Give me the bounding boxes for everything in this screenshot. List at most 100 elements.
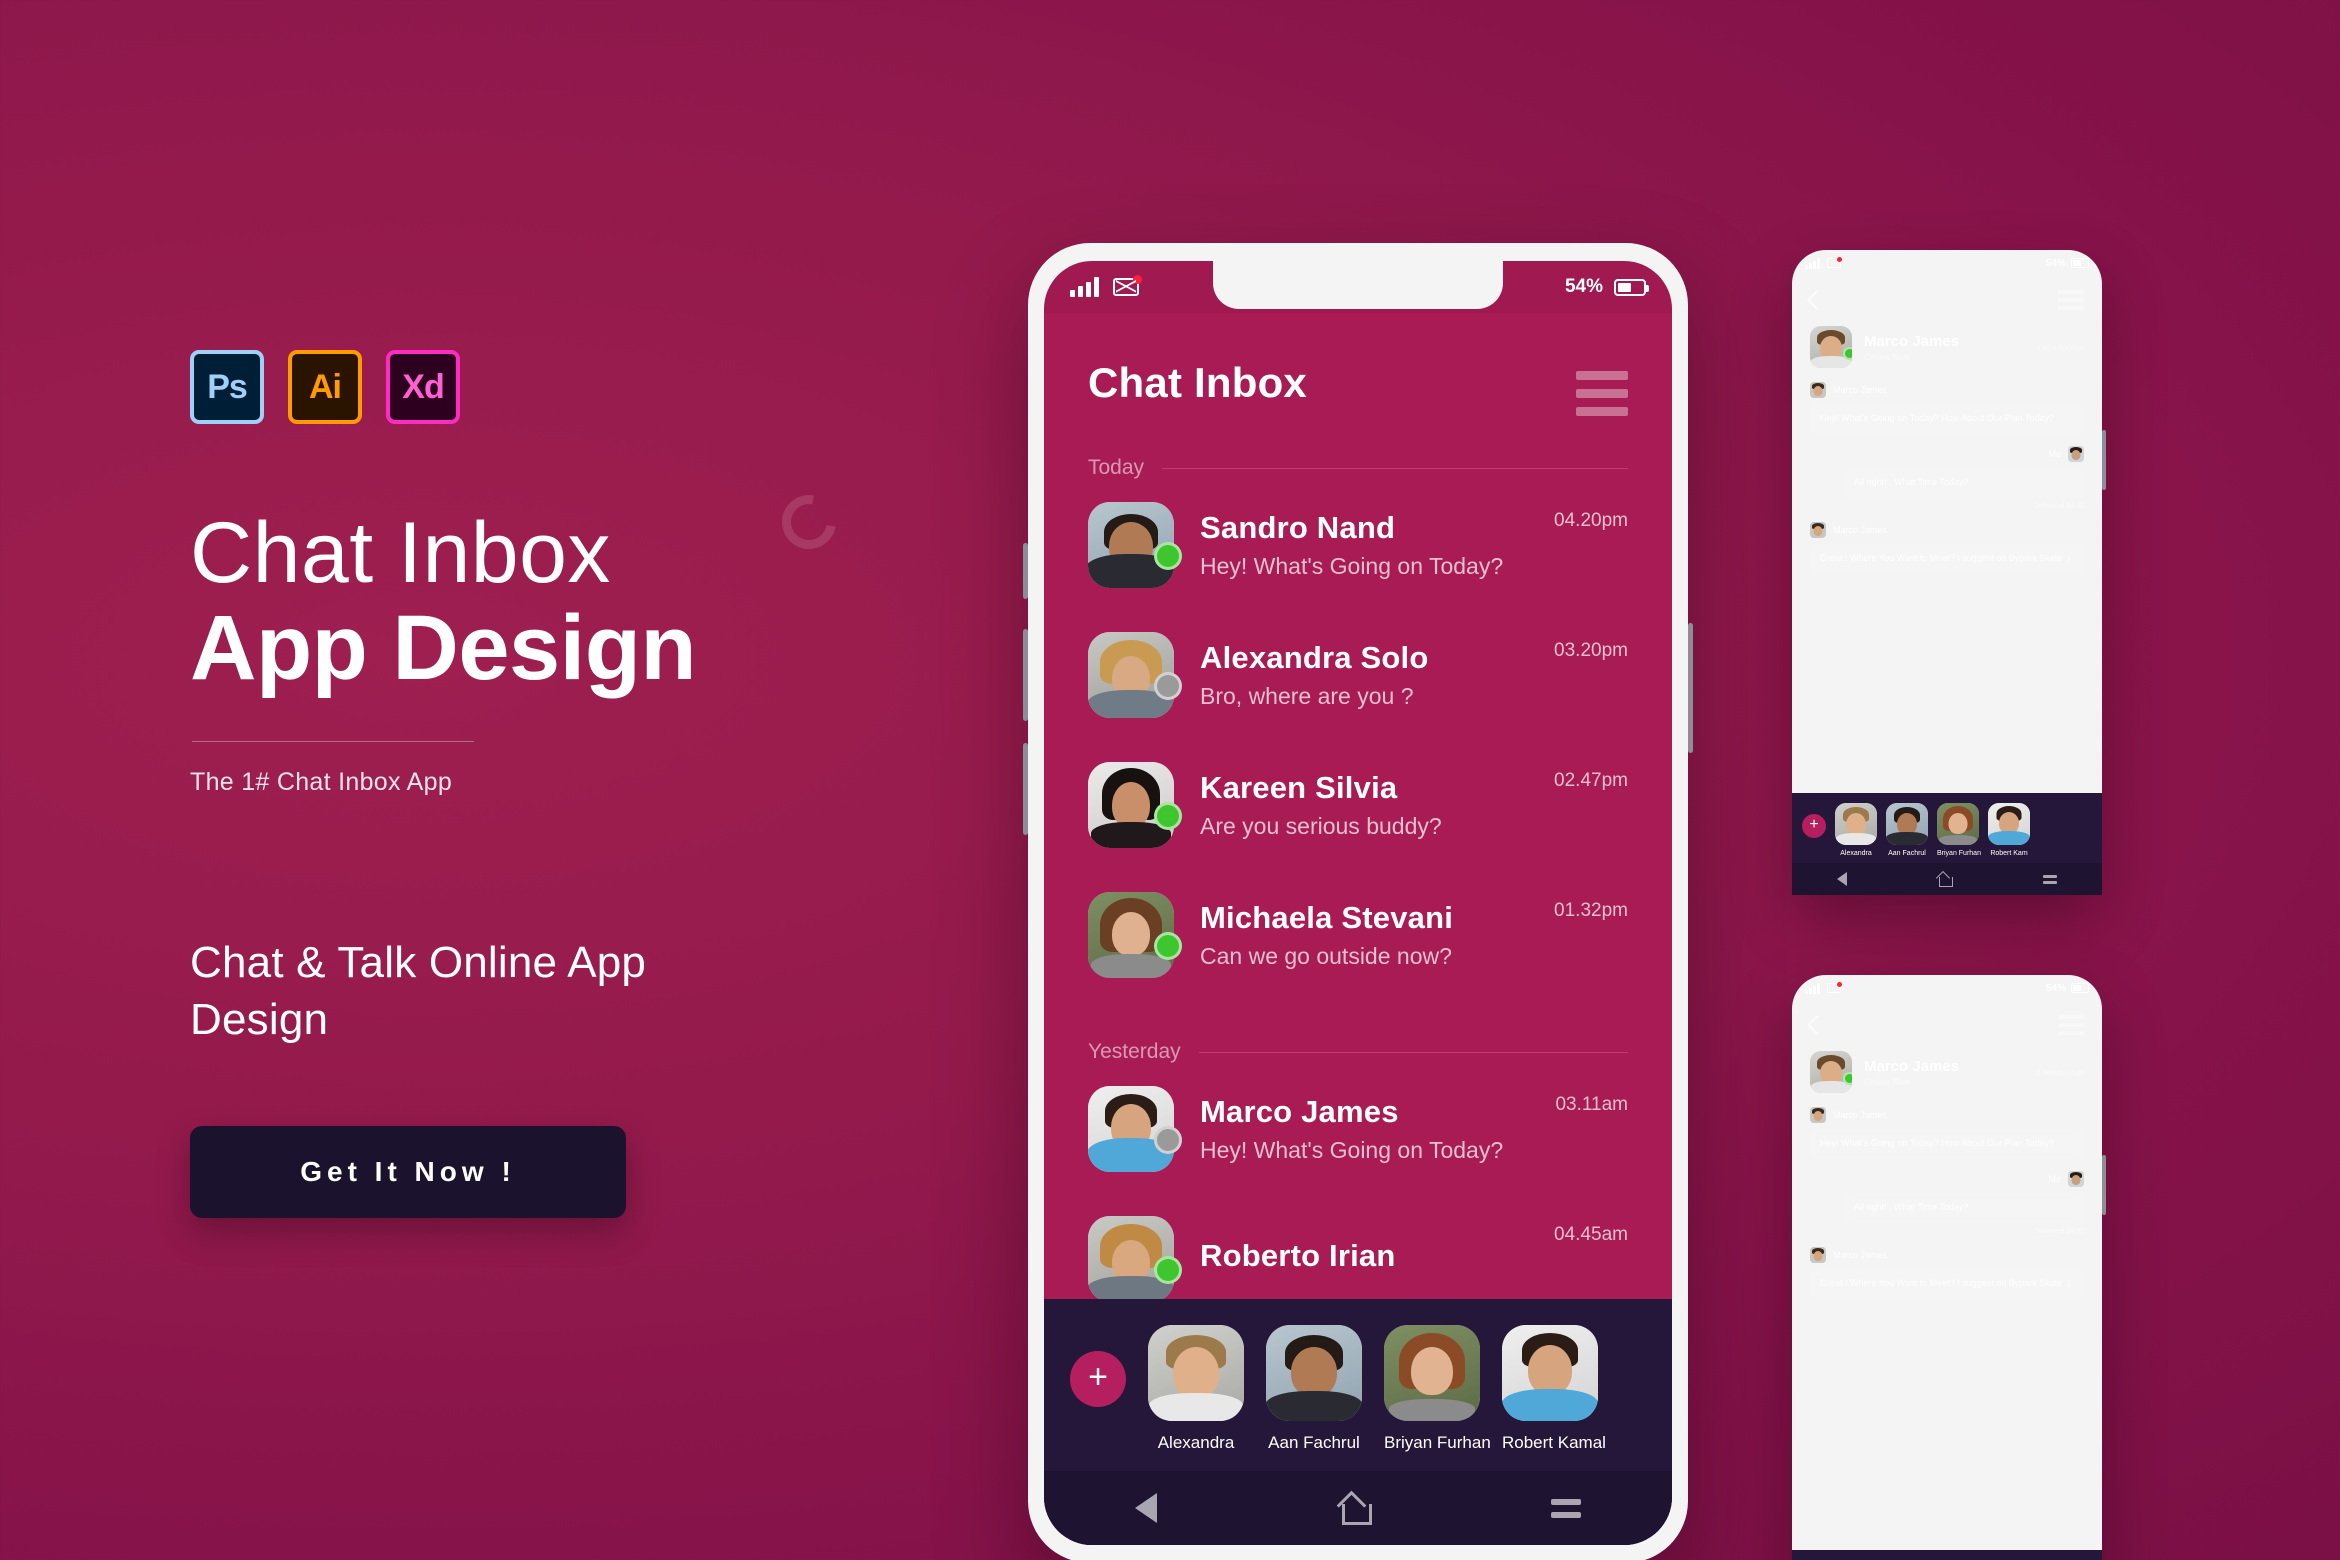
- chat-peer-header: Marco James Online Now 2 Minutes Ago: [1792, 1035, 2102, 1093]
- phone-screen-inbox: 54% Chat Inbox Today Sandro Nand Hey! Wh…: [1044, 261, 1672, 1545]
- table-row[interactable]: Alexandra Solo Bro, where are you ? 03.2…: [1088, 610, 1628, 740]
- list-item[interactable]: Robert Kam: [1988, 803, 2030, 857]
- battery-icon: [1614, 278, 1649, 296]
- hero-section: Ps Ai Xd Chat Inbox App Design The 1# Ch…: [190, 350, 910, 1218]
- phone-silent-switch[interactable]: [1023, 743, 1028, 835]
- back-chevron-icon[interactable]: [1807, 290, 1827, 310]
- avatar: [2068, 445, 2084, 462]
- avatar: [1988, 803, 2030, 845]
- get-it-now-button[interactable]: Get It Now !: [190, 1125, 626, 1218]
- phone-screen-chat: 54% Marco James Online Now 2 Minutes Ago: [1792, 975, 2102, 1560]
- phone-volume-down-button[interactable]: [1023, 629, 1028, 721]
- nav-back-icon[interactable]: [1135, 1493, 1157, 1523]
- notification-dot-icon: [1133, 275, 1142, 284]
- avatar: [1810, 521, 1826, 538]
- contacts-dock: + Alexandra: [1792, 1550, 2102, 1560]
- contact-name: Briyan Furhan: [1384, 1433, 1491, 1452]
- table-row[interactable]: Marco James Hey! What's Going on Today? …: [1088, 1064, 1628, 1194]
- chat-time: 04.20pm: [1554, 510, 1628, 531]
- battery-percent-label: 54%: [1564, 276, 1603, 297]
- table-row[interactable]: Sandro Nand Hey! What's Going on Today? …: [1088, 480, 1628, 610]
- nav-home-icon[interactable]: [1937, 872, 1953, 887]
- hamburger-menu-icon[interactable]: [1576, 359, 1628, 416]
- phone-power-button[interactable]: [2102, 1155, 2106, 1215]
- app-title: Chat Inbox: [1088, 359, 1307, 406]
- phone-mockup-main: 54% Chat Inbox Today Sandro Nand Hey! Wh…: [1023, 243, 1693, 1560]
- peer-last-seen: 2 Minutes Ago: [2036, 1067, 2084, 1077]
- avatar: [1384, 1325, 1480, 1421]
- phone-power-button[interactable]: [2102, 430, 2106, 490]
- phone-notch: [1213, 261, 1503, 309]
- chat-peer-header: Marco James Online Now 2 Minutes Ago: [1792, 310, 2102, 368]
- chat-preview: Bro, where are you ?: [1200, 683, 1414, 709]
- chat-name: Marco James: [1200, 1094, 1399, 1129]
- photoshop-badge-label: Ps: [207, 367, 248, 406]
- nav-home-icon[interactable]: [1339, 1494, 1372, 1525]
- message-receipt: Delivered 04.02: [2034, 1227, 2084, 1235]
- hamburger-menu-icon[interactable]: [2058, 1015, 2084, 1035]
- message-sender: Marco James: [1810, 382, 2084, 398]
- hamburger-menu-icon[interactable]: [2058, 290, 2084, 310]
- peer-name: Marco James: [1864, 332, 1960, 350]
- avatar: [1810, 1051, 1852, 1093]
- contact-name: Aan Fachrul: [1888, 850, 1926, 857]
- envelope-icon: [1113, 275, 1142, 296]
- battery-icon: [2071, 983, 2089, 993]
- section-header-yesterday: Yesterday: [1044, 1000, 1672, 1064]
- list-item[interactable]: Alexandra: [1835, 803, 1877, 857]
- message-sender-me: Me: [1810, 445, 2084, 462]
- list-item[interactable]: Alexandra: [1148, 1325, 1244, 1453]
- phone-power-button[interactable]: [1688, 623, 1693, 753]
- back-chevron-icon[interactable]: [1807, 1015, 1827, 1035]
- list-item[interactable]: Aan Fachrul: [1266, 1325, 1362, 1453]
- table-row[interactable]: Kareen Silvia Are you serious buddy? 02.…: [1088, 740, 1628, 870]
- software-badges: Ps Ai Xd: [190, 350, 910, 424]
- chat-name: Michaela Stevani: [1200, 900, 1454, 935]
- xd-badge-label: Xd: [402, 367, 444, 406]
- hero-tagline: Chat & Talk Online App Design: [190, 938, 647, 1044]
- illustrator-badge-label: Ai: [309, 367, 342, 406]
- phone-mockup-chat-top: 54% Marco James Online Now 2 Minutes Ago: [1792, 250, 2106, 895]
- phone-screen-chat: 54% Marco James Online Now 2 Minutes Ago: [1792, 250, 2102, 895]
- list-item[interactable]: Briyan Furhan: [1937, 803, 1981, 857]
- battery-icon: [2071, 258, 2089, 268]
- divider: [192, 741, 474, 743]
- status-dot-offline: [1154, 672, 1182, 700]
- chat-preview: Can we go outside now?: [1200, 943, 1452, 969]
- message-sender: Marco James: [1810, 521, 2084, 538]
- notification-dot-icon: [1836, 982, 1842, 987]
- chat-preview: Hey! What's Going on Today?: [1200, 1137, 1504, 1163]
- chat-time: 03.11am: [1555, 1094, 1628, 1115]
- phone-volume-up-button[interactable]: [1023, 543, 1028, 599]
- nav-back-icon[interactable]: [1837, 872, 1848, 886]
- status-dot-offline: [1154, 1126, 1182, 1154]
- sender-name: Marco James: [1833, 524, 1888, 535]
- contacts-dock: + Alexandra: [1044, 1299, 1672, 1545]
- illustrator-badge: Ai: [288, 350, 362, 424]
- status-dot-online: [1154, 802, 1182, 830]
- message-receipt: Delivered 04.02: [2034, 502, 2084, 510]
- nav-recents-icon[interactable]: [1551, 1498, 1581, 1518]
- status-dot-online: [1154, 1256, 1182, 1284]
- peer-presence: Online Now: [1864, 351, 1911, 362]
- avatar: [1810, 1246, 1826, 1263]
- nav-recents-icon[interactable]: [2042, 874, 2057, 884]
- chat-list-yesterday: Marco James Hey! What's Going on Today? …: [1044, 1064, 1672, 1324]
- list-item[interactable]: Robert Kamal: [1502, 1325, 1606, 1453]
- chat-name: Roberto Irian: [1200, 1237, 1396, 1273]
- envelope-icon: [1826, 982, 1842, 993]
- peer-presence: Online Now: [1864, 1076, 1911, 1087]
- status-dot-online: [1154, 542, 1182, 570]
- add-contact-icon[interactable]: +: [1802, 814, 1826, 838]
- table-row[interactable]: Michaela Stevani Can we go outside now? …: [1088, 870, 1628, 1000]
- section-rule: [1198, 1051, 1628, 1053]
- status-dot-online: [1843, 1072, 1852, 1085]
- add-contact-icon[interactable]: +: [1070, 1351, 1126, 1407]
- list-item[interactable]: Briyan Furhan: [1384, 1325, 1491, 1453]
- avatar: [1502, 1325, 1598, 1421]
- phone-mockup-chat-bottom: 54% Marco James Online Now 2 Minutes Ago: [1792, 975, 2106, 1560]
- chat-time: 04.45am: [1554, 1224, 1628, 1245]
- avatar: [1886, 803, 1928, 845]
- chat-name: Sandro Nand: [1200, 510, 1396, 545]
- list-item[interactable]: Aan Fachrul: [1886, 803, 1928, 857]
